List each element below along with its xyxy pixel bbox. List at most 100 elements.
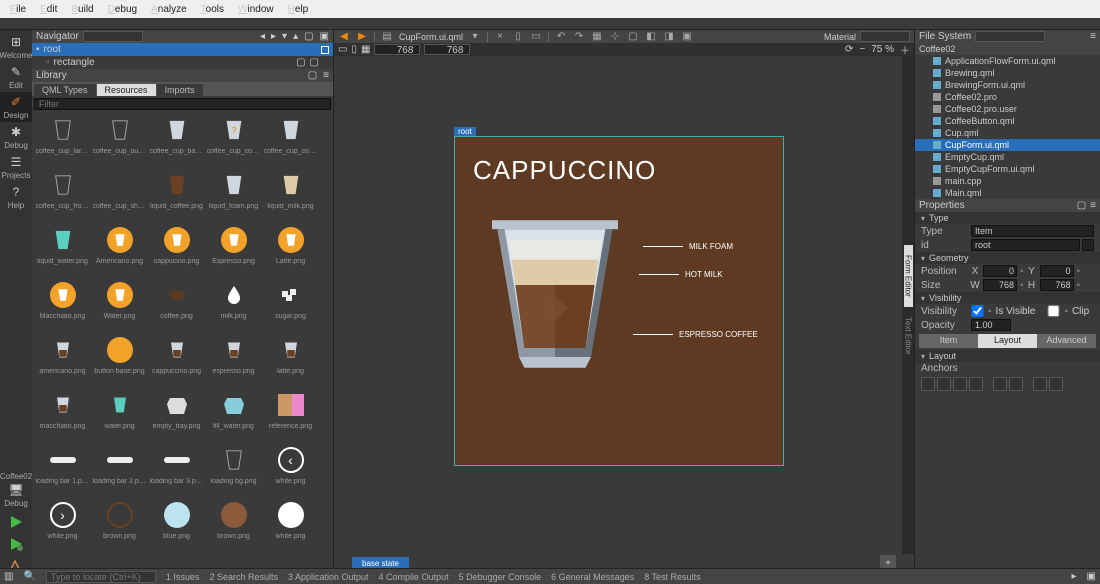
resource-item[interactable]: water.png: [92, 389, 147, 444]
menu-tools[interactable]: Tools: [195, 3, 230, 16]
anchor-vcenter[interactable]: [1009, 377, 1023, 391]
resource-item[interactable]: white.png: [263, 499, 318, 554]
file-item[interactable]: Brewing.qml: [915, 67, 1100, 79]
section-type[interactable]: Type: [915, 212, 1100, 224]
output-pane[interactable]: 4 Compile Output: [379, 572, 449, 582]
anchor-center[interactable]: [1049, 377, 1063, 391]
lib-menu-icon[interactable]: ≡: [323, 70, 329, 81]
zoom-out-icon[interactable]: −: [859, 44, 865, 55]
resource-item[interactable]: ‹white.png: [263, 444, 318, 499]
close-icon[interactable]: ×: [494, 31, 506, 43]
misc1-icon[interactable]: ◧: [645, 31, 657, 43]
resource-item[interactable]: loading bar 3.png: [149, 444, 204, 499]
size-h-field[interactable]: 768: [1040, 279, 1074, 291]
inspector-tab-item[interactable]: Item: [919, 334, 978, 348]
menu-help[interactable]: Help: [282, 3, 315, 16]
resource-item[interactable]: sugar.png: [263, 279, 318, 334]
anchor-right[interactable]: [969, 377, 983, 391]
nav-box2-icon[interactable]: ▣: [320, 31, 329, 42]
resource-item[interactable]: latte.png: [263, 334, 318, 389]
file-item[interactable]: EmptyCup.qml: [915, 151, 1100, 163]
nav-arrow-right-icon[interactable]: ▸: [271, 31, 276, 42]
redo-icon[interactable]: ↷: [573, 31, 585, 43]
split-h-icon[interactable]: ▯: [512, 31, 524, 43]
anchor-top[interactable]: [921, 377, 935, 391]
file-item[interactable]: CoffeeButton.qml: [915, 115, 1100, 127]
mode-projects[interactable]: ☰Projects: [0, 152, 32, 182]
resource-item[interactable]: coffee_cup_shadow....: [92, 169, 147, 224]
output-pane[interactable]: 8 Test Results: [644, 572, 700, 582]
nav-rect-item[interactable]: ▫rectangle ▢▢: [32, 56, 333, 69]
size-w-field[interactable]: 768: [983, 279, 1017, 291]
navigator-combo[interactable]: [83, 31, 143, 42]
anchor-left[interactable]: [953, 377, 967, 391]
mode-edit[interactable]: ✎Edit: [0, 62, 32, 92]
misc3-icon[interactable]: ▣: [681, 31, 693, 43]
prop-add-icon[interactable]: ▢: [1077, 200, 1086, 211]
resource-item[interactable]: loading bg.png: [206, 444, 261, 499]
mode-welcome[interactable]: ⊞Welcome: [0, 32, 32, 62]
file-item[interactable]: Cup.qml: [915, 127, 1100, 139]
resource-item[interactable]: liquid_foam.png: [206, 169, 261, 224]
resource-item[interactable]: coffee_cup_outline.p...: [92, 114, 147, 169]
style-combo[interactable]: [860, 31, 910, 42]
resource-item[interactable]: coffee_cup_back.png: [149, 114, 204, 169]
nav-arrow-left-icon[interactable]: ◂: [260, 31, 265, 42]
section-layout[interactable]: Layout: [915, 350, 1100, 362]
resource-item[interactable]: Macchiato.png: [35, 279, 90, 334]
height-field[interactable]: 768: [424, 44, 470, 55]
resource-item[interactable]: brown.png: [206, 499, 261, 554]
file-item[interactable]: ApplicationFlowForm.ui.qml: [915, 55, 1100, 67]
filter-input[interactable]: [35, 99, 330, 109]
resource-item[interactable]: empty_tray.png: [149, 389, 204, 444]
library-tab-resources[interactable]: Resources: [97, 84, 156, 96]
run-button[interactable]: [8, 514, 24, 530]
resource-item[interactable]: cappucino.png: [149, 224, 204, 279]
tab-text-editor[interactable]: Text Editor: [904, 307, 913, 365]
output-pane[interactable]: 6 General Messages: [551, 572, 634, 582]
open-file-name[interactable]: CupForm.ui.qml: [399, 32, 463, 42]
pos-x-field[interactable]: 0: [983, 265, 1017, 277]
nav-root-item[interactable]: ▪root: [32, 43, 333, 56]
resource-item[interactable]: loading bar 2.png: [92, 444, 147, 499]
output-menu-icon[interactable]: ▸: [1072, 571, 1077, 582]
resource-item[interactable]: cappuccino.png: [149, 334, 204, 389]
lib-add-icon[interactable]: ▢: [308, 70, 317, 81]
resource-item[interactable]: Latte.png: [263, 224, 318, 279]
mode-debug[interactable]: ✱Debug: [0, 122, 32, 152]
progress-close-icon[interactable]: ▣: [1087, 571, 1096, 582]
resource-item[interactable]: Americano.png: [92, 224, 147, 279]
resource-item[interactable]: coffee_cup_large.png: [35, 114, 90, 169]
mode-help[interactable]: ?Help: [0, 182, 32, 212]
nav-arrow-down-icon[interactable]: ▾: [282, 31, 287, 42]
library-filter[interactable]: [34, 98, 331, 110]
resource-item[interactable]: button base.png: [92, 334, 147, 389]
type-field[interactable]: Item: [971, 225, 1094, 237]
nav-box1-icon[interactable]: ▢: [304, 31, 313, 42]
mode-design[interactable]: ✐Design: [0, 92, 32, 122]
sidebar-toggle-icon[interactable]: ▥: [4, 571, 13, 582]
library-tab-imports[interactable]: Imports: [157, 84, 203, 96]
visibility-toggle-icon[interactable]: [321, 46, 329, 54]
resource-item[interactable]: milk.png: [206, 279, 261, 334]
resource-item[interactable]: ?coffee_cup_coverplat...: [206, 114, 261, 169]
visibility-icon[interactable]: ▢: [310, 57, 319, 68]
file-dropdown-icon[interactable]: ▾: [469, 31, 481, 43]
id-field[interactable]: root: [971, 239, 1080, 251]
inspector-tab-layout[interactable]: Layout: [978, 334, 1037, 348]
back-icon[interactable]: ◀: [338, 31, 350, 43]
resource-item[interactable]: Espresso.png: [206, 224, 261, 279]
library-tab-qml-types[interactable]: QML Types: [34, 84, 96, 96]
file-item[interactable]: BrewingForm.ui.qml: [915, 79, 1100, 91]
resource-item[interactable]: Water.png: [92, 279, 147, 334]
orient-icon[interactable]: ▯: [351, 44, 357, 55]
inspector-tab-advanced[interactable]: Advanced: [1037, 334, 1096, 348]
file-item[interactable]: CupForm.ui.qml: [915, 139, 1100, 151]
width-field[interactable]: 768: [374, 44, 420, 55]
undo-icon[interactable]: ↶: [555, 31, 567, 43]
export-icon[interactable]: ▢: [296, 57, 305, 68]
resource-item[interactable]: blue.png: [149, 499, 204, 554]
menu-build[interactable]: Build: [65, 3, 99, 16]
resource-item[interactable]: liquid_water.png: [35, 224, 90, 279]
grid-icon[interactable]: ▦: [361, 44, 370, 55]
